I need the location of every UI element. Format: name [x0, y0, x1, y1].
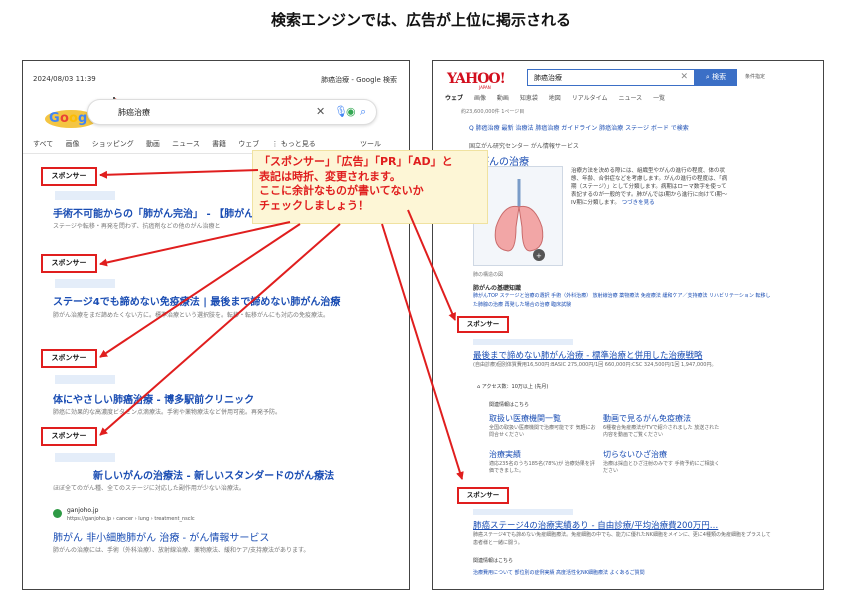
organic-url[interactable]: https://ganjoho.jp › cancer › lung › tre… [67, 516, 195, 522]
ad-description: ほぼ全てのがん種、全てのステージに対応した副作用が少ない治療法。 [53, 485, 245, 492]
blurred-url [473, 509, 573, 515]
clear-icon[interactable]: ✕ [316, 105, 325, 118]
sitelink-title[interactable]: 動画で見るがん免疫療法 [603, 413, 691, 424]
ad-title[interactable]: ステージ4でも諦めない免疫療法 | 最後まで諦めない肺がん治療 [53, 293, 340, 308]
search-tabs: ウェブ 画像 動画 知恵袋 地図 リアルタイム ニュース 一覧 [445, 93, 674, 102]
search-box[interactable]: 肺癌治療 ✕ 🎙 ◉ ⌕ [87, 99, 377, 125]
ad-title[interactable]: 肺癌ステージ4の治療実績あり - 自由診療/平均治療費200万円… [473, 519, 718, 531]
sitelink-desc: 適応235名のうち185名(78%)が 治療効果を評価できました。 [489, 461, 595, 474]
callout-line: ここに余計なものが書いてないか [259, 184, 424, 197]
tab-videos[interactable]: 動画 [497, 95, 509, 102]
sponsor-label: スポンサー [41, 254, 97, 273]
related-info-heading: 関連情報はこちら [473, 558, 514, 564]
knowledge-source[interactable]: 国立がん研究センター がん情報サービス [469, 141, 579, 150]
search-query[interactable]: 肺癌治療 [534, 73, 562, 83]
ad-description: 肺がん治療をまだ諦めたくない方に。標準治療という選択肢を。転移・転移がんにも対応… [53, 312, 330, 319]
sponsor-label: スポンサー [457, 487, 509, 504]
tab-realtime[interactable]: リアルタイム [572, 95, 608, 102]
svg-text:o: o [69, 111, 78, 126]
tab-all[interactable]: すべて [33, 140, 53, 148]
ad-title[interactable]: 最後まで諦めない肺がん治療 - 標準治療と併用した治療戦略 [473, 349, 702, 361]
yahoo-logo-sub: JAPAN [479, 85, 491, 90]
site-favicon-icon [53, 509, 62, 518]
blurred-url [473, 339, 573, 345]
tab-videos[interactable]: 動画 [146, 140, 160, 148]
svg-text:+: + [536, 252, 542, 260]
sitelinks[interactable]: 治療費用について 部位別の症例実績 高度活性化NK細胞療法 よくあるご質問 [473, 569, 645, 576]
callout-line: 「スポンサー」「広告」「PR」「AD」と [259, 155, 453, 168]
organic-description: 肺がんの治療には、手術（外科治療）、放射線治療、薬物療法、緩和ケア/支持療法があ… [53, 547, 310, 554]
sitelink-desc: 治療は採血とひざ注射のみです 手術予約にご相談ください [603, 461, 720, 474]
warning-callout: 「スポンサー」「広告」「PR」「AD」と 表記は時折、変更されます。 ここに余計… [252, 150, 488, 224]
tab-list[interactable]: 一覧 [653, 95, 665, 102]
svg-text:o: o [60, 111, 69, 126]
search-tabs: すべて 画像 ショッピング 動画 ニュース 書籍 ウェブ ⋮ もっと見る [33, 139, 326, 149]
sitelink-title[interactable]: 取扱い医療機関一覧 [489, 413, 561, 424]
blurred-url [55, 279, 115, 288]
sitelink-desc: 全国の取扱い医療機関で治療可能です 気軽にお問合せください [489, 425, 596, 438]
svg-text:G: G [49, 111, 60, 126]
ad-description: 肺癌に効果的な高濃度ビタミン点滴療法。手術や薬物療法など併用可能。再発予防。 [53, 409, 282, 416]
organic-title[interactable]: 肺がん 非小細胞肺がん 治療 - がん情報サービス [53, 529, 269, 544]
knowledge-description: 治療方法を決める際には、組織型やがんの進行の程度、体の状態、年齢、合併症などを考… [571, 167, 731, 207]
sitelink-title[interactable]: 切らないひざ治療 [603, 449, 667, 460]
tools-button[interactable]: ツール [360, 139, 381, 149]
sponsor-label: スポンサー [41, 349, 97, 368]
tab-images[interactable]: 画像 [474, 95, 486, 102]
result-count: 約23,600,000件 1ページ目 [461, 109, 525, 115]
ad-title[interactable]: 体にやさしい肺癌治療 - 博多駅前クリニック [53, 391, 254, 406]
tab-web[interactable]: ウェブ [238, 140, 259, 148]
ad-title[interactable]: 手術不可能からの「肺がん完治」 - 【肺がん [53, 205, 254, 220]
access-count: ⌂ アクセス数：10万以上 (先月) [477, 384, 549, 390]
tab-web[interactable]: ウェブ [445, 95, 463, 102]
blurred-url [55, 453, 115, 462]
tab-map[interactable]: 地図 [549, 95, 561, 102]
sponsor-label: スポンサー [41, 427, 97, 446]
related-searches[interactable]: Q 肺癌治療 最新 治療法 肺癌治療 ガイドライン 肺癌治療 ステージ ボード … [469, 123, 689, 132]
ad-description: 肺癌ステージ4でも諦めない免疫細胞療法。免疫細胞の中でも、能力に優れたNK細胞を… [473, 532, 771, 546]
tab-chiebukuro[interactable]: 知恵袋 [520, 95, 538, 102]
search-button-label: 検索 [712, 73, 727, 81]
blurred-url [55, 191, 115, 200]
search-query[interactable]: 肺癌治療 [118, 107, 150, 118]
callout-line: 表記は時折、変更されます。 [259, 169, 401, 183]
tab-news[interactable]: ニュース [618, 95, 642, 102]
callout-line: チェックしましょう！ [259, 198, 369, 212]
clear-icon[interactable]: ✕ [680, 72, 688, 82]
print-page-title: 肺癌治療 - Google 検索 [321, 76, 397, 84]
basic-info-heading: 肺がんの基礎知識 [473, 285, 522, 292]
search-conditions-link[interactable]: 条件指定 [745, 73, 765, 80]
blurred-url [55, 375, 115, 384]
tab-images[interactable]: 画像 [65, 140, 79, 148]
sitelink-title[interactable]: 治療実績 [489, 449, 521, 460]
sponsor-label: スポンサー [457, 316, 509, 333]
basic-info-links[interactable]: 肺がんTOP ステージと治療の選択 手術（外科治療） 放射線治療 薬物療法 免疫… [473, 292, 773, 310]
ad-title[interactable]: 新しいがんの治療法 - 新しいスタンダードのがん療法 [93, 467, 334, 482]
page-heading: 検索エンジンでは、広告が上位に掲示される [270, 11, 571, 29]
print-date: 2024/08/03 11:39 [33, 75, 96, 83]
search-box[interactable]: 肺癌治療 ✕ [527, 69, 695, 86]
ad-description: ステージや転移・再発を問わず、抗癌剤などの他のがん治療と [53, 223, 221, 230]
read-more-link[interactable]: つづきを見る [622, 200, 655, 206]
yahoo-logo[interactable]: YAHOO! [447, 71, 506, 87]
tab-more[interactable]: ⋮ もっと見る [272, 140, 316, 148]
tab-shopping[interactable]: ショッピング [92, 140, 134, 148]
related-info-heading: 関連情報はこちら [489, 402, 530, 408]
tab-books[interactable]: 書籍 [212, 140, 226, 148]
image-caption: 肺の構造の図 [473, 272, 504, 278]
yahoo-results-screenshot: YAHOO! JAPAN 肺癌治療 ✕ ⌕ 検索 条件指定 ウェブ 画像 動画 … [432, 60, 824, 590]
sponsor-label: スポンサー [41, 167, 97, 186]
svg-text:g: g [78, 111, 87, 126]
lens-icon[interactable]: ◉ [346, 105, 356, 118]
sitelink-desc: 6種複合免疫療法がTVで紹介されました 放送された内容を動画でご覧ください [603, 425, 720, 438]
google-results-screenshot: 2024/08/03 11:39 肺癌治療 - Google 検索 G o o … [22, 60, 410, 590]
organic-site: ganjoho.jp [67, 507, 99, 514]
search-button[interactable]: ⌕ 検索 [695, 69, 737, 86]
tab-news[interactable]: ニュース [172, 140, 200, 148]
search-icon[interactable]: ⌕ [360, 105, 366, 119]
ad-description: (自由診療)個別体質費用16,500円:BASIC 275,000円/1回 66… [473, 362, 717, 368]
